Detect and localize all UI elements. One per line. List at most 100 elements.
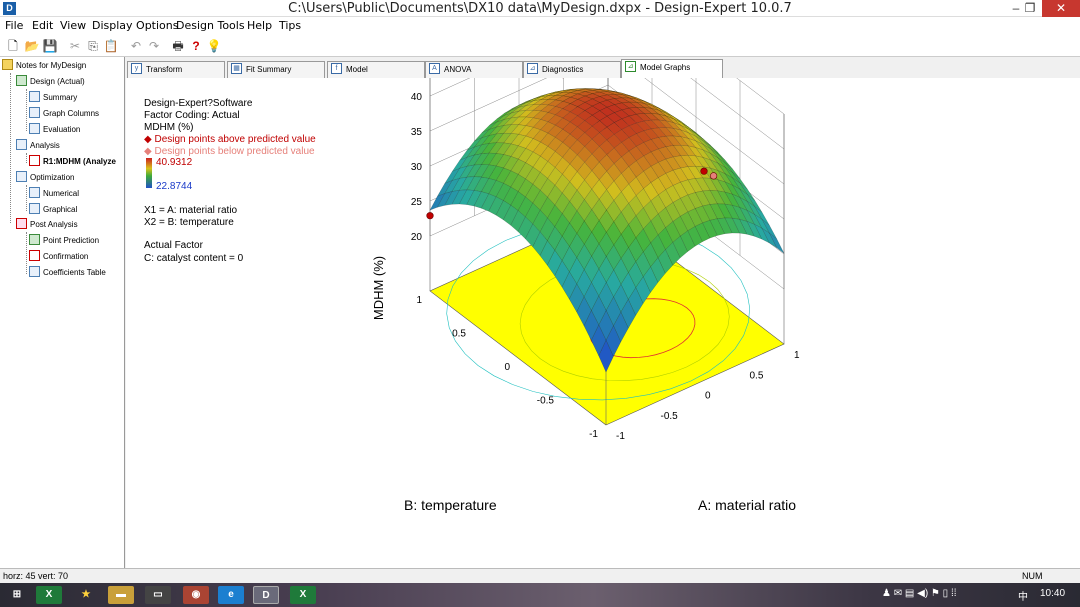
- transform-icon: y: [131, 63, 142, 75]
- save-icon[interactable]: 💾: [42, 38, 58, 54]
- new-file-icon[interactable]: 🗋: [5, 38, 21, 54]
- legend-x2: X2 = B: temperature: [144, 217, 234, 228]
- anova-icon: A: [429, 63, 440, 75]
- confirmation-icon: [29, 250, 40, 262]
- design-point-above[interactable]: [700, 167, 708, 175]
- menu-tips[interactable]: Tips: [279, 19, 301, 32]
- x-tick-label: 0: [705, 391, 711, 402]
- response-icon: [29, 155, 40, 167]
- graphical-icon: [29, 203, 40, 215]
- start-button[interactable]: ⊞: [4, 586, 30, 604]
- design-point-below[interactable]: [709, 172, 718, 180]
- above-marker-icon: ◆: [144, 134, 152, 145]
- x-tick-label: -1: [616, 431, 625, 442]
- tree-numerical[interactable]: Numerical: [29, 187, 79, 201]
- ime-indicator[interactable]: 中: [1018, 588, 1028, 603]
- tree-analysis[interactable]: Analysis: [16, 139, 60, 153]
- legend-coding: Factor Coding: Actual: [144, 110, 240, 121]
- tree-r1-mdhm[interactable]: R1:MDHM (Analyze: [29, 155, 116, 169]
- legend-actual-factor: Actual Factor: [144, 240, 203, 251]
- x-tick-label: 1: [794, 350, 800, 361]
- design-point-above[interactable]: [426, 212, 434, 220]
- tree-post-analysis[interactable]: Post Analysis: [16, 218, 78, 232]
- taskbar: ⊞ X ★ ▬ ▭ ◉ e D X ♟ ✉ ▤ ◀) ⚑ ▯ ⁞⁞ 中 10:4…: [0, 583, 1080, 607]
- z-tick-label: 25: [411, 197, 423, 208]
- z-axis-title: MDHM (%): [371, 256, 386, 320]
- window-app-icon[interactable]: ▭: [145, 586, 171, 604]
- tree-coefficients-table[interactable]: Coefficients Table: [29, 266, 106, 280]
- close-button[interactable]: ✕: [1042, 0, 1080, 17]
- tree-optimization[interactable]: Optimization: [16, 171, 74, 185]
- tree-design-actual[interactable]: Design (Actual): [16, 75, 85, 89]
- menu-display-options[interactable]: Display Options: [92, 19, 179, 32]
- design-grid-icon: [16, 75, 27, 87]
- tree-summary[interactable]: Summary: [29, 91, 77, 105]
- y-tick-label: 1: [416, 295, 422, 306]
- below-marker-icon: ◆: [144, 146, 152, 157]
- print-icon[interactable]: 🖶: [170, 38, 186, 54]
- z-tick-label: 30: [411, 162, 423, 173]
- tree-notes[interactable]: Notes for MyDesign: [2, 59, 86, 73]
- menu-edit[interactable]: Edit: [32, 19, 53, 32]
- analysis-icon: [16, 139, 27, 151]
- y-axis-title: B: temperature: [404, 497, 497, 513]
- tab-transform[interactable]: y Transform: [127, 61, 225, 78]
- post-analysis-icon: [16, 218, 27, 230]
- point-prediction-icon: [29, 234, 40, 246]
- browser-icon[interactable]: e: [218, 586, 244, 604]
- graph-panel: 202530354045MDHM (%)-1-0.500.51-1-0.500.…: [126, 78, 1080, 568]
- z-tick-label: 35: [411, 127, 423, 138]
- help-icon[interactable]: ?: [188, 38, 204, 54]
- tree-evaluation[interactable]: Evaluation: [29, 123, 80, 137]
- legend-x1: X1 = A: material ratio: [144, 205, 238, 216]
- tray-icons[interactable]: ♟ ✉ ▤ ◀) ⚑ ▯ ⁞⁞: [882, 588, 957, 599]
- tree-graph-columns[interactable]: Graph Columns: [29, 107, 99, 121]
- paste-icon[interactable]: 📋: [103, 38, 119, 54]
- clock[interactable]: 10:40: [1040, 588, 1065, 599]
- tab-anova[interactable]: A ANOVA: [425, 61, 523, 78]
- cursor-coordinates: horz: 45 vert: 70: [3, 571, 69, 581]
- y-tick-label: -1: [589, 429, 598, 440]
- color-scale-min: 22.8744: [156, 181, 193, 192]
- color-scale-max: 40.9312: [156, 157, 193, 168]
- restore-button[interactable]: ❐: [1016, 0, 1044, 17]
- summary-icon: [29, 91, 40, 103]
- diagnostics-icon: ⊿: [527, 63, 538, 75]
- redo-icon[interactable]: ↷: [146, 38, 162, 54]
- excel-icon[interactable]: X: [36, 586, 62, 604]
- tab-diagnostics[interactable]: ⊿ Diagnostics: [523, 61, 621, 78]
- cut-icon[interactable]: ✂: [67, 38, 83, 54]
- design-expert-task-icon[interactable]: D: [253, 586, 279, 604]
- tip-lightbulb-icon[interactable]: 💡: [206, 38, 222, 54]
- file-explorer-icon[interactable]: ▬: [108, 586, 134, 604]
- excel-task-icon[interactable]: X: [290, 586, 316, 604]
- tree-point-prediction[interactable]: Point Prediction: [29, 234, 99, 248]
- copy-icon[interactable]: ⎘: [85, 38, 101, 54]
- function-icon: f: [331, 63, 342, 75]
- tab-model-graphs[interactable]: ⊿ Model Graphs: [621, 59, 723, 78]
- legend-response: MDHM (%): [144, 122, 194, 133]
- legend-below: ◆ Design points below predicted value: [144, 146, 315, 157]
- tab-fit-summary[interactable]: ▦ Fit Summary: [227, 61, 325, 78]
- z-tick-label: 40: [411, 92, 423, 103]
- menu-file[interactable]: File: [5, 19, 23, 32]
- folder-icon: [2, 59, 13, 71]
- undo-icon[interactable]: ↶: [128, 38, 144, 54]
- open-folder-icon[interactable]: 📂: [24, 38, 40, 54]
- menu-view[interactable]: View: [60, 19, 86, 32]
- tree-graphical[interactable]: Graphical: [29, 203, 77, 217]
- media-app-icon[interactable]: ◉: [183, 586, 209, 604]
- tree-confirmation[interactable]: Confirmation: [29, 250, 88, 264]
- menu-bar: File Edit View Display Options Design To…: [0, 17, 1080, 35]
- x-tick-label: -0.5: [661, 411, 679, 422]
- status-bar: horz: 45 vert: 70 NUM: [0, 568, 1080, 583]
- graph-icon: ⊿: [625, 61, 636, 73]
- z-tick-label: 20: [411, 232, 423, 243]
- legend-above: ◆ Design points above predicted value: [144, 134, 316, 145]
- legend-software: Design-Expert?Software: [144, 98, 253, 109]
- star-app-icon[interactable]: ★: [73, 586, 99, 604]
- menu-design-tools[interactable]: Design Tools: [176, 19, 245, 32]
- menu-help[interactable]: Help: [247, 19, 272, 32]
- table-icon: ▦: [231, 63, 242, 75]
- tab-model[interactable]: f Model: [327, 61, 425, 78]
